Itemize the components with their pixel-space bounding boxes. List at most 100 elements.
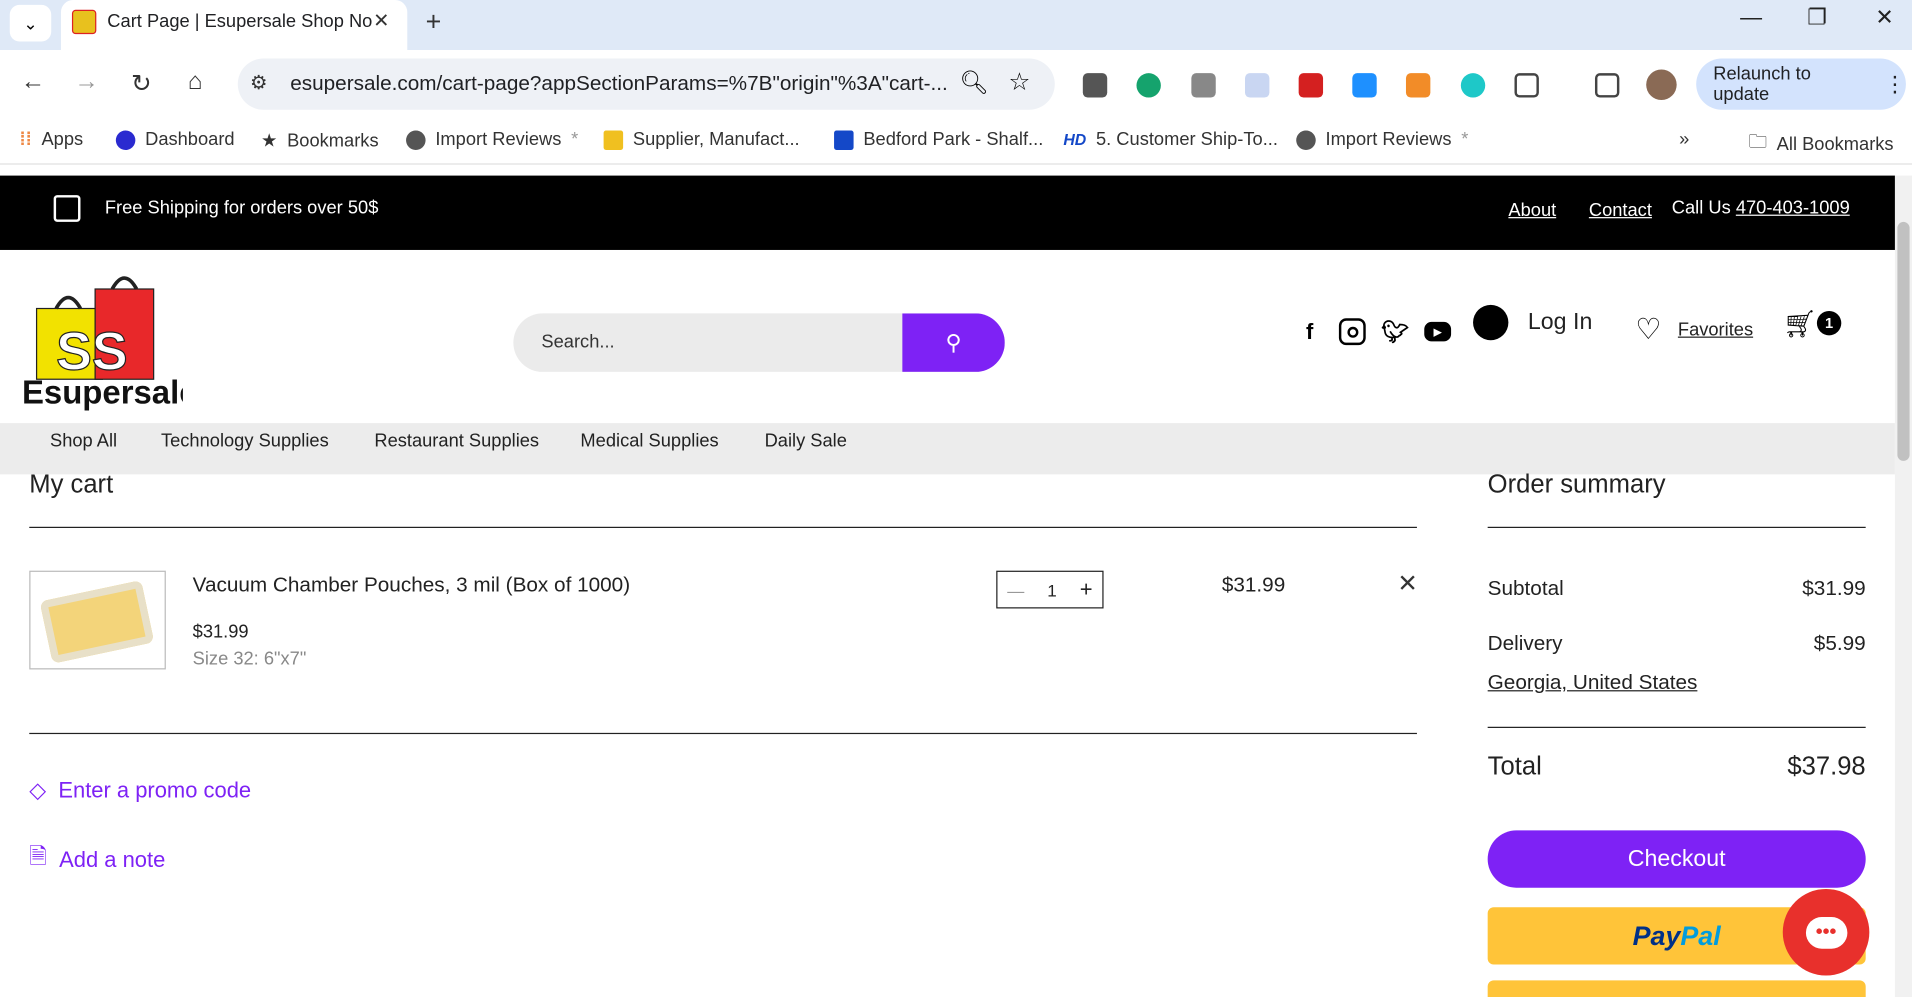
relaunch-label: Relaunch to update [1713, 63, 1811, 105]
phone-link[interactable]: 470-403-1009 [1736, 198, 1850, 219]
search-input[interactable]: Search... [541, 332, 614, 353]
chat-button[interactable]: ••• [1782, 888, 1870, 976]
quantity-stepper[interactable]: — 1 + [996, 570, 1104, 609]
divider [1487, 526, 1866, 529]
bookmark-customer-ship[interactable]: HD 5. Customer Ship-To... [1063, 129, 1278, 150]
supplier-icon [603, 129, 624, 150]
bookmark-label: Bookmarks [287, 129, 379, 151]
tab-title: Cart Page | Esupersale Shop No [107, 10, 373, 32]
metamask-extension-icon[interactable] [1405, 73, 1431, 98]
url-text[interactable]: esupersale.com/cart-page?appSectionParam… [290, 72, 948, 96]
extensions-puzzle-icon[interactable] [1514, 73, 1539, 98]
address-bar[interactable]: ⚙ esupersale.com/cart-page?appSectionPar… [237, 58, 1055, 110]
extension-icon[interactable] [1460, 73, 1486, 98]
facebook-icon[interactable]: f [1296, 318, 1323, 345]
home-button[interactable]: ⌂ [179, 68, 211, 96]
bookmark-apps[interactable]: ⁞⁞ Apps [20, 129, 84, 150]
nav-restaurant-supplies[interactable]: Restaurant Supplies [374, 430, 539, 451]
minimize-button[interactable]: — [1740, 5, 1762, 31]
bookmark-star-icon[interactable]: ☆ [1008, 67, 1030, 97]
heart-icon[interactable]: ♡ [1635, 312, 1661, 347]
bookmark-supplier[interactable]: Supplier, Manufact... [603, 129, 800, 150]
new-tab-button[interactable]: + [426, 6, 442, 38]
tab-search-button[interactable]: ⌄ [9, 4, 52, 42]
side-panel-icon[interactable] [1594, 73, 1620, 98]
bookmark-import-reviews[interactable]: Import Reviews * [406, 129, 578, 150]
all-bookmarks[interactable]: 🗀 All Bookmarks [1749, 129, 1894, 159]
reload-button[interactable]: ↻ [126, 68, 158, 98]
site-search[interactable]: Search... ⚲ [513, 313, 1005, 372]
instagram-icon[interactable] [1338, 318, 1366, 346]
close-icon: ✕ [1397, 570, 1418, 598]
extension-icon[interactable] [1082, 73, 1108, 98]
increment-button[interactable]: + [1080, 577, 1093, 603]
nav-medical-supplies[interactable]: Medical Supplies [580, 430, 718, 451]
zoom-icon[interactable]: 🔍︎ [960, 68, 989, 97]
bookmark-import-reviews-2[interactable]: Import Reviews * [1296, 129, 1468, 150]
extension-icon[interactable] [1352, 73, 1377, 98]
cart-icon[interactable]: 🛒︎ [1783, 309, 1817, 341]
more-menu-icon[interactable]: ⋮ [1884, 71, 1906, 97]
decrement-button[interactable]: — [1007, 580, 1024, 600]
contact-link[interactable]: Contact [1589, 200, 1652, 221]
search-button[interactable]: ⚲ [902, 313, 1005, 372]
divider [29, 732, 1417, 735]
page-scrollbar[interactable] [1894, 175, 1912, 997]
bookmark-bedford-park[interactable]: Bedford Park - Shalf... [834, 129, 1043, 150]
hd-icon: HD [1063, 130, 1087, 149]
bookmark-label: All Bookmarks [1776, 134, 1894, 155]
more-bookmarks-icon[interactable]: » [1679, 129, 1689, 150]
window-close-button[interactable]: ✕ [1875, 5, 1893, 31]
divider [1487, 726, 1866, 728]
nav-technology-supplies[interactable]: Technology Supplies [161, 430, 329, 451]
line-total: $31.99 [1221, 573, 1286, 597]
twitter-icon[interactable]: 🐦︎ [1381, 318, 1409, 345]
site-logo[interactable]: SS Esupersale [22, 260, 198, 411]
youtube-icon[interactable]: ▶ [1424, 321, 1452, 342]
add-note-link[interactable]: 🗎 Add a note [29, 841, 165, 878]
about-link[interactable]: About [1508, 200, 1556, 221]
close-icon[interactable]: ✕ [373, 9, 389, 33]
nav-shop-all[interactable]: Shop All [50, 430, 117, 451]
extension-icon[interactable] [1298, 73, 1324, 98]
quantity-value[interactable]: 1 [1047, 580, 1057, 600]
profile-avatar[interactable] [1646, 69, 1677, 100]
forward-button[interactable]: → [71, 68, 103, 96]
cart-count-badge: 1 [1816, 310, 1842, 336]
back-button[interactable]: ← [17, 68, 49, 96]
delivery-location-link[interactable]: Georgia, United States [1488, 671, 1698, 695]
grammarly-extension-icon[interactable] [1136, 73, 1161, 98]
total-label: Total [1487, 752, 1542, 781]
product-thumbnail[interactable] [29, 570, 166, 670]
restore-button[interactable]: ❐ [1807, 5, 1827, 31]
bookmark-label: Supplier, Manufact... [632, 129, 800, 150]
subtotal-row: Subtotal $31.99 [1488, 577, 1866, 601]
product-name[interactable]: Vacuum Chamber Pouches, 3 mil (Box of 10… [193, 573, 630, 597]
star-icon: ★ [260, 130, 278, 152]
promo-code-link[interactable]: ◇ Enter a promo code [29, 778, 251, 804]
favorites-link[interactable]: Favorites [1678, 319, 1753, 340]
cart-title: My cart [29, 470, 114, 499]
bookmark-dashboard[interactable]: Dashboard [115, 129, 235, 150]
delivery-row: Delivery $5.99 [1488, 632, 1866, 656]
product-size: Size 32: 6"x7" [192, 648, 307, 670]
chat-bubble-icon: ••• [1805, 916, 1847, 949]
scrollbar-thumb[interactable] [1897, 221, 1910, 461]
browser-tab[interactable]: Cart Page | Esupersale Shop No ✕ [60, 0, 408, 50]
sparkle-icon: * [1461, 129, 1469, 150]
svg-text:Esupersale: Esupersale [22, 374, 183, 411]
bookmark-bookmarks[interactable]: ★ Bookmarks [261, 129, 379, 151]
product-price: $31.99 [192, 621, 249, 643]
nav-daily-sale[interactable]: Daily Sale [765, 430, 847, 451]
extension-icon[interactable] [1191, 73, 1216, 98]
login-link[interactable]: Log In [1528, 310, 1592, 337]
extension-icon[interactable] [1245, 73, 1270, 98]
relaunch-button[interactable]: Relaunch to update ⋮ [1696, 58, 1906, 110]
paypal-later-button[interactable] [1487, 980, 1866, 997]
divider [29, 526, 1417, 529]
checkout-button[interactable]: Checkout [1487, 830, 1866, 888]
remove-item-button[interactable]: ✕ [1397, 568, 1417, 598]
globe-icon [1296, 129, 1316, 150]
user-avatar-icon[interactable] [1473, 304, 1509, 341]
site-info-icon[interactable]: ⚙ [250, 71, 267, 95]
